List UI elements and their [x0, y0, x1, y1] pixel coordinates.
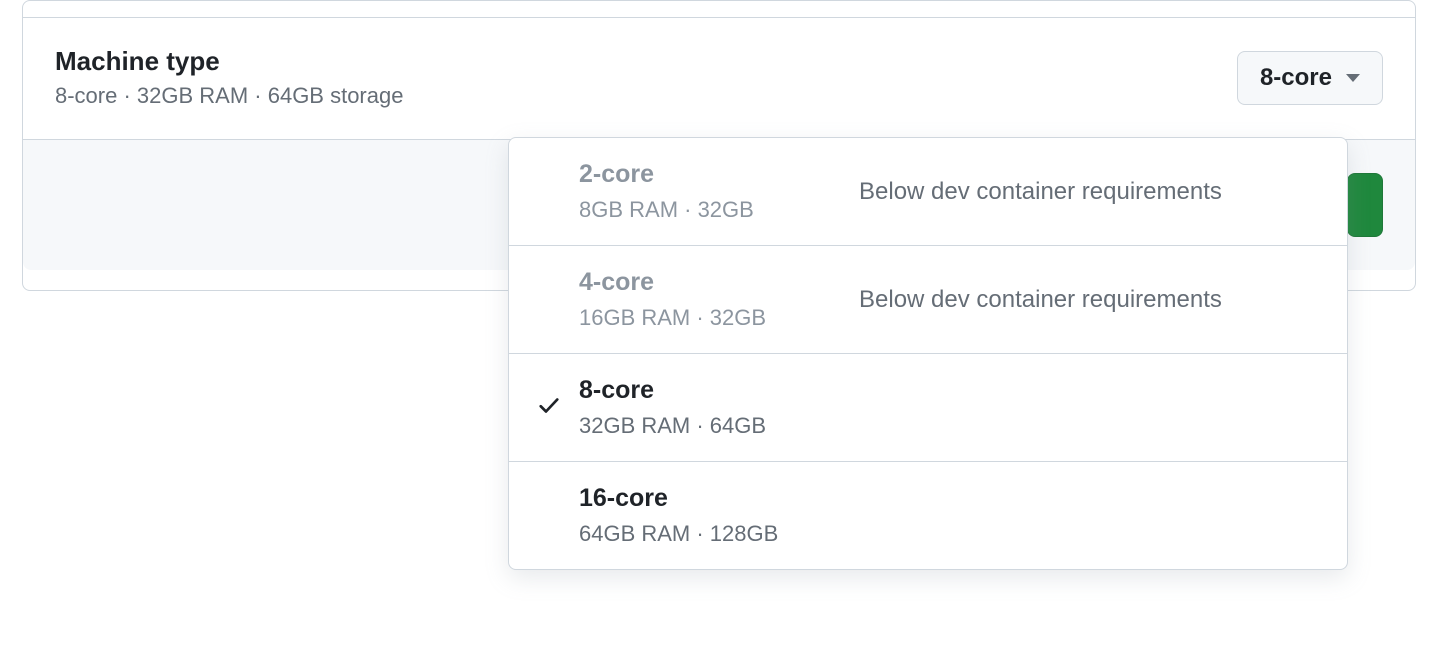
- machine-option-16-core[interactable]: 16-core 64GB RAM · 128GB: [509, 461, 1347, 569]
- create-button[interactable]: [1347, 173, 1383, 237]
- option-note: Below dev container requirements: [849, 286, 1323, 314]
- machine-option-2-core[interactable]: 2-core 8GB RAM · 32GB Below dev containe…: [509, 138, 1347, 245]
- machine-type-title: Machine type: [55, 46, 1237, 77]
- option-note: Below dev container requirements: [849, 178, 1323, 206]
- machine-type-dropdown-button[interactable]: 8-core: [1237, 51, 1383, 105]
- option-spec: 8GB RAM · 32GB: [579, 197, 849, 223]
- option-name: 8-core: [579, 376, 849, 405]
- machine-option-8-core[interactable]: 8-core 32GB RAM · 64GB: [509, 353, 1347, 461]
- machine-type-row: Machine type 8-core · 32GB RAM · 64GB st…: [23, 18, 1415, 140]
- machine-type-dropdown-menu: 2-core 8GB RAM · 32GB Below dev containe…: [508, 137, 1348, 570]
- option-spec: 64GB RAM · 128GB: [579, 521, 849, 547]
- option-name: 16-core: [579, 484, 849, 513]
- card-row-previous: [23, 1, 1415, 18]
- option-spec: 16GB RAM · 32GB: [579, 305, 849, 331]
- option-name: 2-core: [579, 160, 849, 189]
- option-spec: 32GB RAM · 64GB: [579, 413, 849, 439]
- dropdown-selected-label: 8-core: [1260, 64, 1332, 92]
- machine-option-4-core[interactable]: 4-core 16GB RAM · 32GB Below dev contain…: [509, 245, 1347, 353]
- machine-type-subtitle: 8-core · 32GB RAM · 64GB storage: [55, 83, 1237, 109]
- option-name: 4-core: [579, 268, 849, 297]
- caret-down-icon: [1346, 74, 1360, 82]
- check-icon: [537, 393, 561, 422]
